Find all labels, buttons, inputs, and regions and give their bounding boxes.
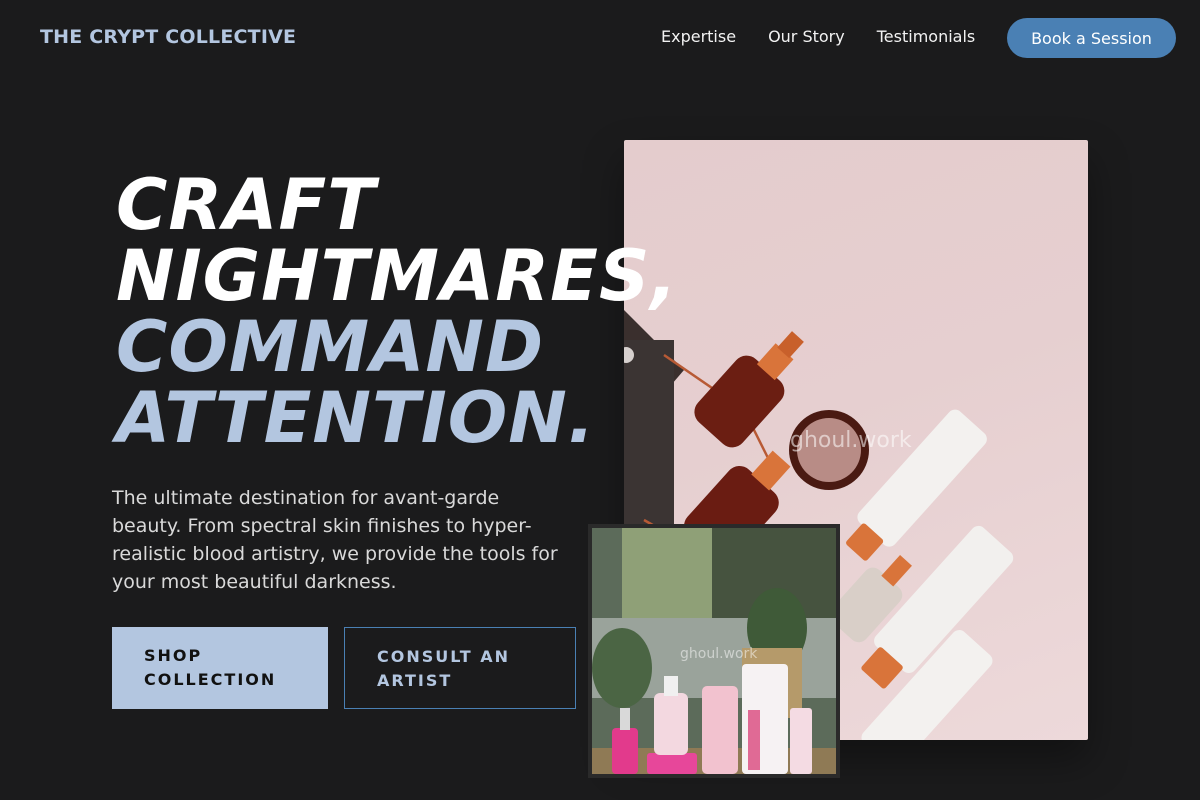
hero-headline: CRAFT NIGHTMARES, COMMAND ATTENTION. — [116, 170, 716, 454]
hero-description: The ultimate destination for avant-garde… — [112, 487, 558, 593]
brand-logo[interactable]: THE CRYPT COLLECTIVE — [40, 26, 296, 48]
headline-line-4: ATTENTION. — [116, 377, 596, 459]
nav-links: Expertise Our Story Testimonials — [661, 27, 975, 46]
image-watermark: ghoul.work — [790, 428, 912, 453]
headline-line-1: CRAFT — [116, 164, 377, 246]
inset-product-image: ghoul.work — [588, 524, 840, 778]
shop-collection-button[interactable]: SHOP COLLECTION — [112, 627, 328, 709]
nav-link-expertise[interactable]: Expertise — [661, 27, 736, 46]
book-session-button[interactable]: Book a Session — [1007, 18, 1176, 58]
nav-link-our-story[interactable]: Our Story — [768, 27, 845, 46]
headline-line-2: NIGHTMARES, — [116, 235, 678, 317]
headline-line-3: COMMAND — [116, 306, 545, 388]
nav-link-testimonials[interactable]: Testimonials — [877, 27, 976, 46]
consult-artist-button[interactable]: CONSULT AN ARTIST — [344, 627, 576, 709]
inset-watermark: ghoul.work — [680, 646, 758, 662]
top-nav: THE CRYPT COLLECTIVE Expertise Our Story… — [0, 0, 1200, 76]
